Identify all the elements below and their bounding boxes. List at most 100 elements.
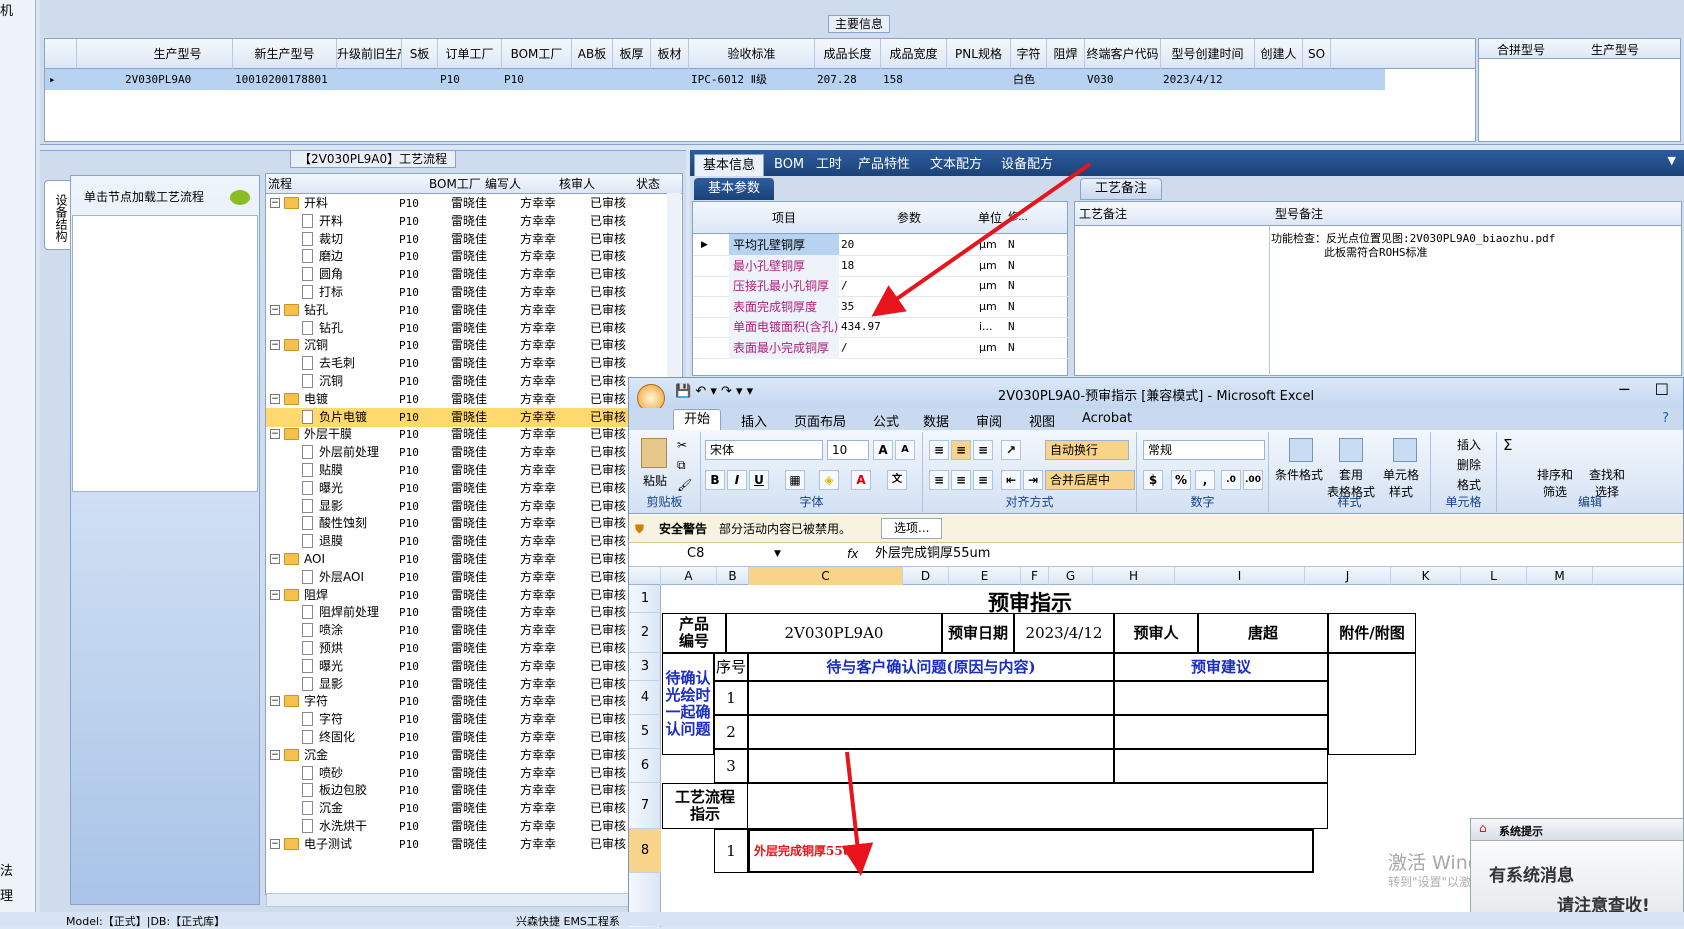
- col-status[interactable]: 状态: [636, 174, 660, 194]
- row-header[interactable]: 8: [629, 829, 661, 873]
- col-bom[interactable]: BOM工厂: [429, 174, 481, 194]
- italic-icon[interactable]: I: [727, 470, 747, 490]
- column-header[interactable]: H: [1093, 567, 1175, 585]
- collapse-icon[interactable]: −: [270, 198, 280, 208]
- select-all-corner[interactable]: [629, 567, 661, 585]
- main-cell-10[interactable]: 207.28: [817, 69, 857, 90]
- main-col-5[interactable]: BOM工厂: [502, 39, 572, 69]
- column-header[interactable]: E: [949, 567, 1021, 585]
- decrease-decimal-icon[interactable]: .00: [1243, 470, 1263, 490]
- collapse-icon[interactable]: −: [270, 589, 280, 600]
- main-cell-0[interactable]: 2V030PL9A0: [125, 69, 191, 90]
- craft-col-notes[interactable]: 工艺备注: [1079, 202, 1127, 226]
- align-left-icon[interactable]: ≡: [929, 470, 949, 490]
- advice-1[interactable]: [1114, 681, 1328, 715]
- main-col-10[interactable]: 成品长度: [815, 39, 881, 69]
- font-name-select[interactable]: 宋体: [705, 440, 823, 460]
- main-cell-11[interactable]: 158: [883, 69, 903, 90]
- ribbon-tab-acrobat[interactable]: Acrobat: [1082, 411, 1132, 426]
- main-col-11[interactable]: 成品宽度: [881, 39, 947, 69]
- flow-label[interactable]: 工艺流程 指示: [662, 783, 748, 829]
- orientation-icon[interactable]: ↗: [1001, 440, 1021, 460]
- left-strip-label-2[interactable]: 理: [0, 885, 13, 904]
- process-tree-row[interactable]: 外层前处理 P10 雷晓佳 方幸幸 已审核: [266, 443, 682, 462]
- delete-cells-button[interactable]: 删除: [1457, 456, 1481, 473]
- merge-center-button[interactable]: 合并后居中: [1045, 470, 1135, 490]
- column-header[interactable]: J: [1305, 567, 1391, 585]
- advice-3[interactable]: [1114, 749, 1328, 783]
- process-tree-row[interactable]: 板边包胶 P10 雷晓佳 方幸幸 已审核: [266, 781, 682, 800]
- param-col-item[interactable]: 项目: [729, 202, 839, 234]
- border-icon[interactable]: ▦: [785, 470, 805, 490]
- formula-input[interactable]: 外层完成铜厚55um: [875, 543, 990, 565]
- main-col-8[interactable]: 板材: [651, 39, 689, 69]
- collapse-icon[interactable]: −: [270, 393, 280, 404]
- process-tree-row[interactable]: 喷涂 P10 雷晓佳 方幸幸 已审核: [266, 621, 682, 640]
- process-tree-row[interactable]: − 沉金 P10 雷晓佳 方幸幸 已审核: [266, 746, 682, 765]
- row-header[interactable]: 6: [629, 749, 661, 783]
- underline-icon[interactable]: U: [749, 470, 769, 490]
- process-tree-row[interactable]: 磨边 P10 雷晓佳 方幸幸 已审核: [266, 247, 682, 266]
- main-col-2[interactable]: 升级前旧生产型号: [337, 39, 402, 69]
- main-col-6[interactable]: AB板: [572, 39, 613, 69]
- system-toast[interactable]: ⌂ 系统提示 有系统消息 请注意查收!: [1470, 818, 1684, 926]
- param-col-modify[interactable]: 修...: [1003, 202, 1033, 234]
- name-box[interactable]: C8: [687, 543, 704, 565]
- craft-notes-tab[interactable]: 工艺备注: [1080, 178, 1163, 200]
- process-tree-row[interactable]: 曝光 P10 雷晓佳 方幸幸 已审核: [266, 657, 682, 676]
- main-col-9[interactable]: 验收标准: [689, 39, 815, 69]
- align-top-icon[interactable]: ≡: [929, 440, 949, 460]
- align-middle-icon[interactable]: ≡: [951, 440, 971, 460]
- process-tree-row[interactable]: − 钻孔 P10 雷晓佳 方幸幸 已审核: [266, 301, 682, 320]
- ribbon-tab-review[interactable]: 审阅: [976, 411, 1002, 430]
- minimize-icon[interactable]: ─: [1619, 380, 1629, 399]
- row-header[interactable]: 1: [629, 585, 661, 613]
- issue-label[interactable]: 待与客户确认问题(原因与内容): [748, 653, 1114, 681]
- paste-icon[interactable]: [641, 438, 667, 468]
- process-tree-row[interactable]: 终固化 P10 雷晓佳 方幸幸 已审核: [266, 728, 682, 747]
- left-strip-label-1[interactable]: 法: [0, 860, 13, 879]
- column-header[interactable]: A: [661, 567, 717, 585]
- copy-icon[interactable]: ⧉: [677, 458, 686, 473]
- column-header[interactable]: K: [1391, 567, 1461, 585]
- process-tree-row[interactable]: 阻焊前处理 P10 雷晓佳 方幸幸 已审核: [266, 603, 682, 622]
- fx-icon[interactable]: fx: [847, 543, 858, 565]
- tree-horizontal-scrollbar[interactable]: [266, 893, 682, 907]
- param-value[interactable]: 35: [841, 296, 854, 318]
- row-header[interactable]: 2: [629, 613, 661, 653]
- main-cell-1[interactable]: 10010200178801: [235, 69, 328, 90]
- param-row[interactable]: ▶ 平均孔壁铜厚 20 μm N: [693, 234, 1069, 256]
- issue-2[interactable]: [748, 715, 1114, 749]
- param-value[interactable]: 20: [841, 234, 854, 256]
- main-col-3[interactable]: S板: [402, 39, 438, 69]
- attachment-cell[interactable]: [1328, 653, 1416, 755]
- tab-work-hours[interactable]: 工时: [808, 154, 850, 176]
- tab-equipment-recipe[interactable]: 设备配方: [993, 154, 1061, 176]
- col-writer[interactable]: 编写人: [485, 174, 521, 194]
- align-bottom-icon[interactable]: ≡: [973, 440, 993, 460]
- main-col-4[interactable]: 订单工厂: [438, 39, 502, 69]
- align-right-icon[interactable]: ≡: [973, 470, 993, 490]
- product-no-label[interactable]: 产品 编号: [662, 613, 726, 653]
- format-painter-icon[interactable]: 🖌: [677, 478, 692, 492]
- main-cell-5[interactable]: P10: [504, 69, 524, 90]
- number-format-select[interactable]: 常规: [1143, 440, 1265, 460]
- main-col-18[interactable]: SO: [1303, 39, 1331, 69]
- process-tree-row[interactable]: 显影 P10 雷晓佳 方幸幸 已审核: [266, 497, 682, 516]
- ribbon-tab-home[interactable]: 开始: [673, 409, 722, 431]
- tab-basic-info[interactable]: 基本信息: [694, 154, 765, 176]
- process-tree-row[interactable]: − 外层干膜 P10 雷晓佳 方幸幸 已审核: [266, 425, 682, 444]
- collapse-icon[interactable]: −: [270, 340, 280, 351]
- process-tree-row[interactable]: 贴膜 P10 雷晓佳 方幸幸 已审核: [266, 461, 682, 480]
- wrap-text-button[interactable]: 自动换行: [1045, 440, 1129, 460]
- process-tree-row[interactable]: 裁切 P10 雷晓佳 方幸幸 已审核: [266, 230, 682, 249]
- param-row[interactable]: 表面完成铜厚度 35 μm N: [693, 295, 1069, 318]
- process-tree-row[interactable]: 字符 P10 雷晓佳 方幸幸 已审核: [266, 710, 682, 729]
- product-no[interactable]: 2V030PL9A0: [726, 613, 942, 653]
- main-cell-13[interactable]: 白色: [1013, 69, 1035, 90]
- confirm-label[interactable]: 待确认 光绘时 一起确 认问题: [662, 653, 714, 755]
- collapse-icon[interactable]: −: [270, 696, 280, 707]
- attachment-label[interactable]: 附件/附图: [1328, 613, 1416, 653]
- param-col-value[interactable]: 参数: [841, 202, 977, 234]
- main-col-12[interactable]: PNL规格: [947, 39, 1011, 69]
